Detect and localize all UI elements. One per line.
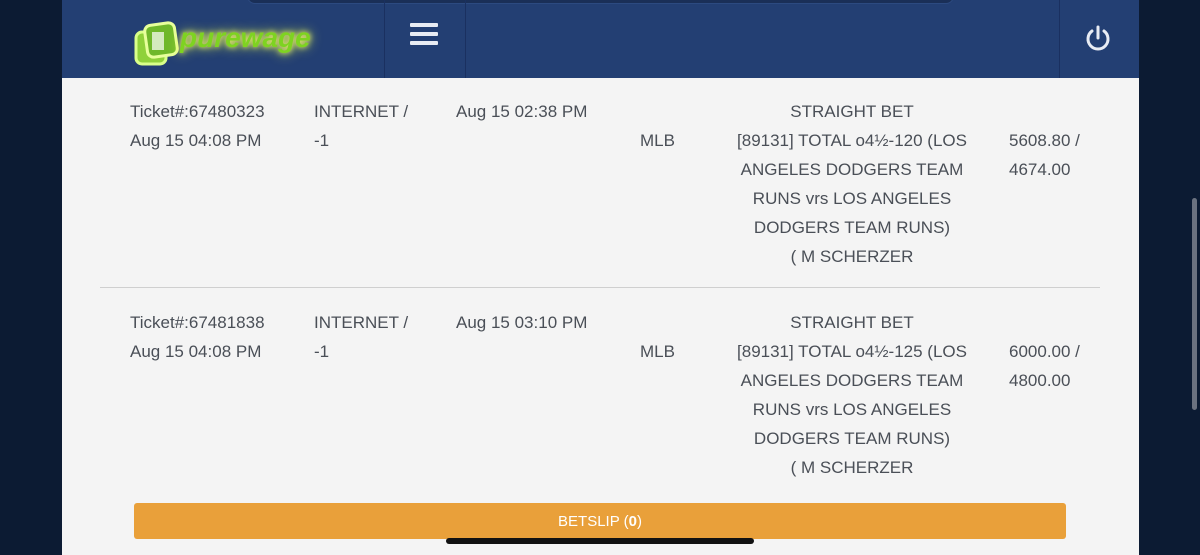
ticket-sport: MLB bbox=[640, 131, 675, 150]
ticket-source: INTERNET / bbox=[314, 102, 409, 121]
ticket-number: Ticket#:67481838 bbox=[130, 313, 265, 332]
ticket-source: INTERNET / bbox=[314, 313, 409, 332]
bet-line: ANGELES DODGERS TEAM bbox=[740, 160, 964, 179]
win-amount: 4674.00 bbox=[1009, 160, 1071, 179]
ticket-id-cell: Ticket#:67481838 Aug 15 04:08 PM bbox=[130, 308, 265, 366]
bet-line: DODGERS TEAM RUNS) bbox=[753, 218, 951, 237]
ticket-source-id: -1 bbox=[314, 342, 330, 361]
betslip-close-paren: ) bbox=[636, 512, 642, 530]
ticket-source-cell: INTERNET / -1 bbox=[314, 308, 408, 366]
app-window: purewage Ticket#:67480323 Aug 15 04:08 P… bbox=[62, 0, 1139, 555]
logo-ticket-icon bbox=[134, 21, 179, 66]
ticket-sport: MLB bbox=[640, 342, 675, 361]
nav-divider bbox=[384, 0, 385, 78]
bet-type: STRAIGHT BET bbox=[790, 313, 914, 332]
bet-line: DODGERS TEAM RUNS) bbox=[753, 429, 951, 448]
ticket-description: STRAIGHT BET [89131] TOTAL o4½-125 (LOS … bbox=[722, 308, 982, 482]
win-amount: 4800.00 bbox=[1009, 371, 1071, 390]
ticket-number: Ticket#:67480323 bbox=[130, 102, 265, 121]
bet-pitcher: ( M SCHERZER bbox=[790, 458, 914, 477]
ticket-description: STRAIGHT BET [89131] TOTAL o4½-120 (LOS … bbox=[722, 97, 982, 271]
bet-line: RUNS vrs LOS ANGELES bbox=[752, 189, 952, 208]
betslip-count: 0 bbox=[628, 512, 637, 530]
ticket-id-cell: Ticket#:67480323 Aug 15 04:08 PM bbox=[130, 97, 265, 155]
home-indicator[interactable] bbox=[446, 538, 754, 544]
bet-line: RUNS vrs LOS ANGELES bbox=[752, 400, 952, 419]
nav-divider bbox=[1059, 0, 1060, 78]
bet-type: STRAIGHT BET bbox=[790, 102, 914, 121]
risk-amount: 5608.80 / bbox=[1009, 131, 1080, 150]
ticket-source-id: -1 bbox=[314, 131, 330, 150]
ticket-accepted-time: Aug 15 04:08 PM bbox=[130, 131, 262, 150]
row-divider bbox=[100, 287, 1100, 288]
ticket-accepted-time: Aug 15 04:08 PM bbox=[130, 342, 262, 361]
purewage-logo[interactable]: purewage bbox=[134, 18, 314, 72]
ticket-placed-time: Aug 15 03:10 PM bbox=[456, 313, 588, 332]
bet-line: [89131] TOTAL o4½-125 (LOS bbox=[737, 342, 967, 361]
nav-divider bbox=[465, 0, 466, 78]
ticket-source-cell: INTERNET / -1 bbox=[314, 97, 408, 155]
ticket-amount-cell: 6000.00 / 4800.00 bbox=[1009, 337, 1080, 395]
logo-text: purewage bbox=[180, 22, 311, 53]
ticket-amount-cell: 5608.80 / 4674.00 bbox=[1009, 126, 1080, 184]
top-search-pill bbox=[247, 0, 954, 4]
bet-pitcher: ( M SCHERZER bbox=[790, 247, 914, 266]
betslip-label: BETSLIP ( bbox=[558, 512, 629, 530]
power-icon[interactable] bbox=[1084, 24, 1112, 52]
bet-line: ANGELES DODGERS TEAM bbox=[740, 371, 964, 390]
bet-line: [89131] TOTAL o4½-120 (LOS bbox=[737, 131, 967, 150]
scrollbar-thumb[interactable] bbox=[1192, 198, 1197, 410]
ticket-placed-time: Aug 15 02:38 PM bbox=[456, 102, 588, 121]
risk-amount: 6000.00 / bbox=[1009, 342, 1080, 361]
hamburger-menu-icon[interactable] bbox=[410, 23, 438, 51]
top-navigation-bar: purewage bbox=[62, 0, 1139, 78]
betslip-button[interactable]: BETSLIP (0) bbox=[134, 503, 1066, 539]
